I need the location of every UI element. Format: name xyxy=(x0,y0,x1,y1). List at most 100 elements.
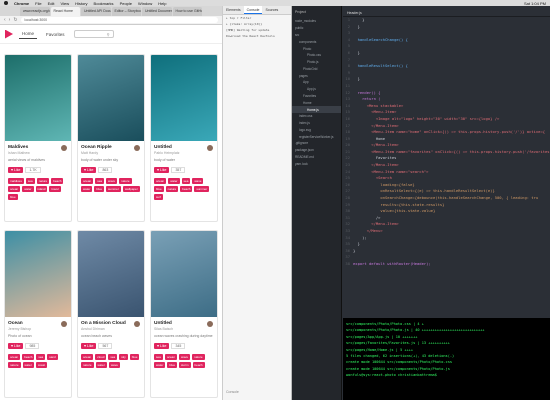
tag[interactable]: surf xyxy=(154,194,164,200)
browser-tab[interactable]: How to use GitHub xyxy=(172,7,202,16)
reload-icon[interactable]: ↻ xyxy=(13,17,17,23)
back-icon[interactable]: ‹ xyxy=(4,17,6,23)
file-tree-item[interactable]: package.json xyxy=(292,147,341,154)
file-tree-item[interactable]: PhotoGrid xyxy=(292,65,341,72)
tag[interactable]: sea xyxy=(95,178,105,184)
menubar-view[interactable]: View xyxy=(60,1,69,6)
like-button[interactable]: ♥ Like xyxy=(8,167,24,173)
tag[interactable]: blue xyxy=(8,194,18,200)
console-drawer-label[interactable]: Console xyxy=(226,390,239,394)
devtools-tab-elements[interactable]: Elements xyxy=(223,6,244,14)
tag[interactable]: summer xyxy=(106,186,121,192)
menubar-clock[interactable]: Sat 1:04 PM xyxy=(524,1,546,6)
terminal-panel[interactable]: src/components/Photo/Photo.css | 4 + src/… xyxy=(343,318,550,400)
file-tree-item[interactable]: components xyxy=(292,38,341,45)
tag[interactable]: nature xyxy=(119,178,132,184)
editor-tab[interactable]: Header.js xyxy=(343,9,550,17)
photo-card[interactable]: Ocean Ripple Matt Hardy body of water unde… xyxy=(77,54,145,222)
file-tree-item[interactable]: registerServiceWorker.js xyxy=(292,133,341,140)
tag[interactable]: travel xyxy=(49,186,61,192)
file-tree-item[interactable]: App.js xyxy=(292,86,341,93)
file-tree-item[interactable]: README.md xyxy=(292,154,341,161)
tag[interactable]: nature xyxy=(8,362,21,368)
tag[interactable]: wave xyxy=(192,178,204,184)
browser-tab-active[interactable]: React Home xyxy=(50,7,80,16)
tag[interactable]: ocean xyxy=(154,178,167,184)
tag[interactable]: blue xyxy=(129,354,140,360)
tag[interactable]: sea xyxy=(108,354,118,360)
file-tree-item[interactable]: index.js xyxy=(292,120,341,127)
tag[interactable]: beach xyxy=(180,186,193,192)
tag[interactable]: nature xyxy=(192,354,205,360)
menubar-window[interactable]: Window xyxy=(138,1,152,6)
file-tree-item[interactable]: Home xyxy=(292,99,341,106)
code-area[interactable]: Header.js 1 } 2 } 3 4 handleSearchChange() … xyxy=(343,6,550,318)
tag[interactable]: storm xyxy=(179,362,191,368)
tag[interactable]: ocean xyxy=(8,186,21,192)
menubar-history[interactable]: History xyxy=(75,1,87,6)
file-tree-item[interactable]: index.css xyxy=(292,113,341,120)
devtools-tab-console[interactable]: Console xyxy=(243,6,263,14)
file-tree-item[interactable]: logo.svg xyxy=(292,127,341,134)
photo-image[interactable] xyxy=(151,55,217,141)
like-button[interactable]: ♥ Like xyxy=(154,343,170,349)
file-tree-item[interactable]: public xyxy=(292,25,341,32)
photo-image[interactable] xyxy=(151,231,217,317)
menu-home[interactable]: Home xyxy=(19,29,38,39)
file-tree-item[interactable]: yarn.lock xyxy=(292,160,341,167)
tag[interactable]: water xyxy=(154,362,166,368)
tag[interactable]: sea xyxy=(154,354,163,360)
tag[interactable]: ocean xyxy=(164,354,178,360)
photo-card[interactable]: Untitled Silas Baisch ocean waves crashing… xyxy=(150,230,218,398)
file-tree-item[interactable]: Photo.css xyxy=(292,52,341,59)
tag[interactable]: blue xyxy=(154,186,164,192)
tag[interactable]: island xyxy=(35,186,48,192)
file-tree-item[interactable]: Photo.js xyxy=(292,59,341,66)
tag[interactable]: blue xyxy=(167,362,178,368)
tag[interactable]: ocean xyxy=(81,354,94,360)
photo-card[interactable]: On a Mission Cloud Anshul Dhiman ocean bea… xyxy=(77,230,145,398)
photo-card[interactable]: Untitled Pablo Heimplatz body of water ♥ Li… xyxy=(150,54,218,222)
menu-favorites[interactable]: Favorites xyxy=(43,30,68,39)
photo-card[interactable]: Ocean Jeremy Bishop Photo of ocean ♥ Like 98… xyxy=(4,230,72,398)
file-tree-item[interactable]: App xyxy=(292,79,341,86)
apple-icon[interactable] xyxy=(4,1,8,5)
tag[interactable]: water xyxy=(81,186,93,192)
photo-image[interactable] xyxy=(5,55,71,141)
tag[interactable]: wave xyxy=(179,354,191,360)
search-input[interactable]: ⚲ xyxy=(73,30,114,38)
menubar-people[interactable]: People xyxy=(120,1,132,6)
tag[interactable]: beach xyxy=(22,354,35,360)
tag[interactable]: sea xyxy=(181,178,191,184)
tag[interactable]: maldives xyxy=(8,178,24,184)
tag[interactable]: sky xyxy=(119,354,128,360)
tag[interactable]: wave xyxy=(106,178,118,184)
like-button[interactable]: ♥ Like xyxy=(154,167,170,173)
tag[interactable]: sea xyxy=(36,354,46,360)
photo-image[interactable] xyxy=(5,231,71,317)
tag[interactable]: ocean xyxy=(81,178,94,184)
tag[interactable]: wallpaper xyxy=(122,186,140,192)
tag[interactable]: summer xyxy=(194,186,210,192)
tag[interactable]: cloud xyxy=(95,354,107,360)
tag[interactable]: nature xyxy=(36,178,50,184)
menubar-bookmarks[interactable]: Bookmarks xyxy=(94,1,114,6)
browser-tab[interactable]: www.reactjs.org/do... xyxy=(20,7,50,16)
tag[interactable]: water xyxy=(168,178,180,184)
menubar-file[interactable]: File xyxy=(35,1,41,6)
photo-image[interactable] xyxy=(78,55,144,141)
browser-tab[interactable]: Editor – Storybook UI xyxy=(111,7,141,16)
tag[interactable]: water xyxy=(95,362,107,368)
menubar-edit[interactable]: Edit xyxy=(48,1,55,6)
tag[interactable]: nature xyxy=(165,186,179,192)
tag[interactable]: beach xyxy=(51,178,64,184)
tag[interactable]: beach xyxy=(192,362,205,368)
file-tree-item[interactable]: .gitignore xyxy=(292,140,341,147)
photo-image[interactable] xyxy=(78,231,144,317)
tag[interactable]: sea xyxy=(25,178,35,184)
devtools-tab-sources[interactable]: Sources xyxy=(262,6,281,14)
menubar-app[interactable]: Chrome xyxy=(14,1,29,6)
tag[interactable]: water xyxy=(22,186,34,192)
browser-tab[interactable]: Untitled API Document xyxy=(81,7,111,16)
tag[interactable]: coast xyxy=(35,362,48,368)
